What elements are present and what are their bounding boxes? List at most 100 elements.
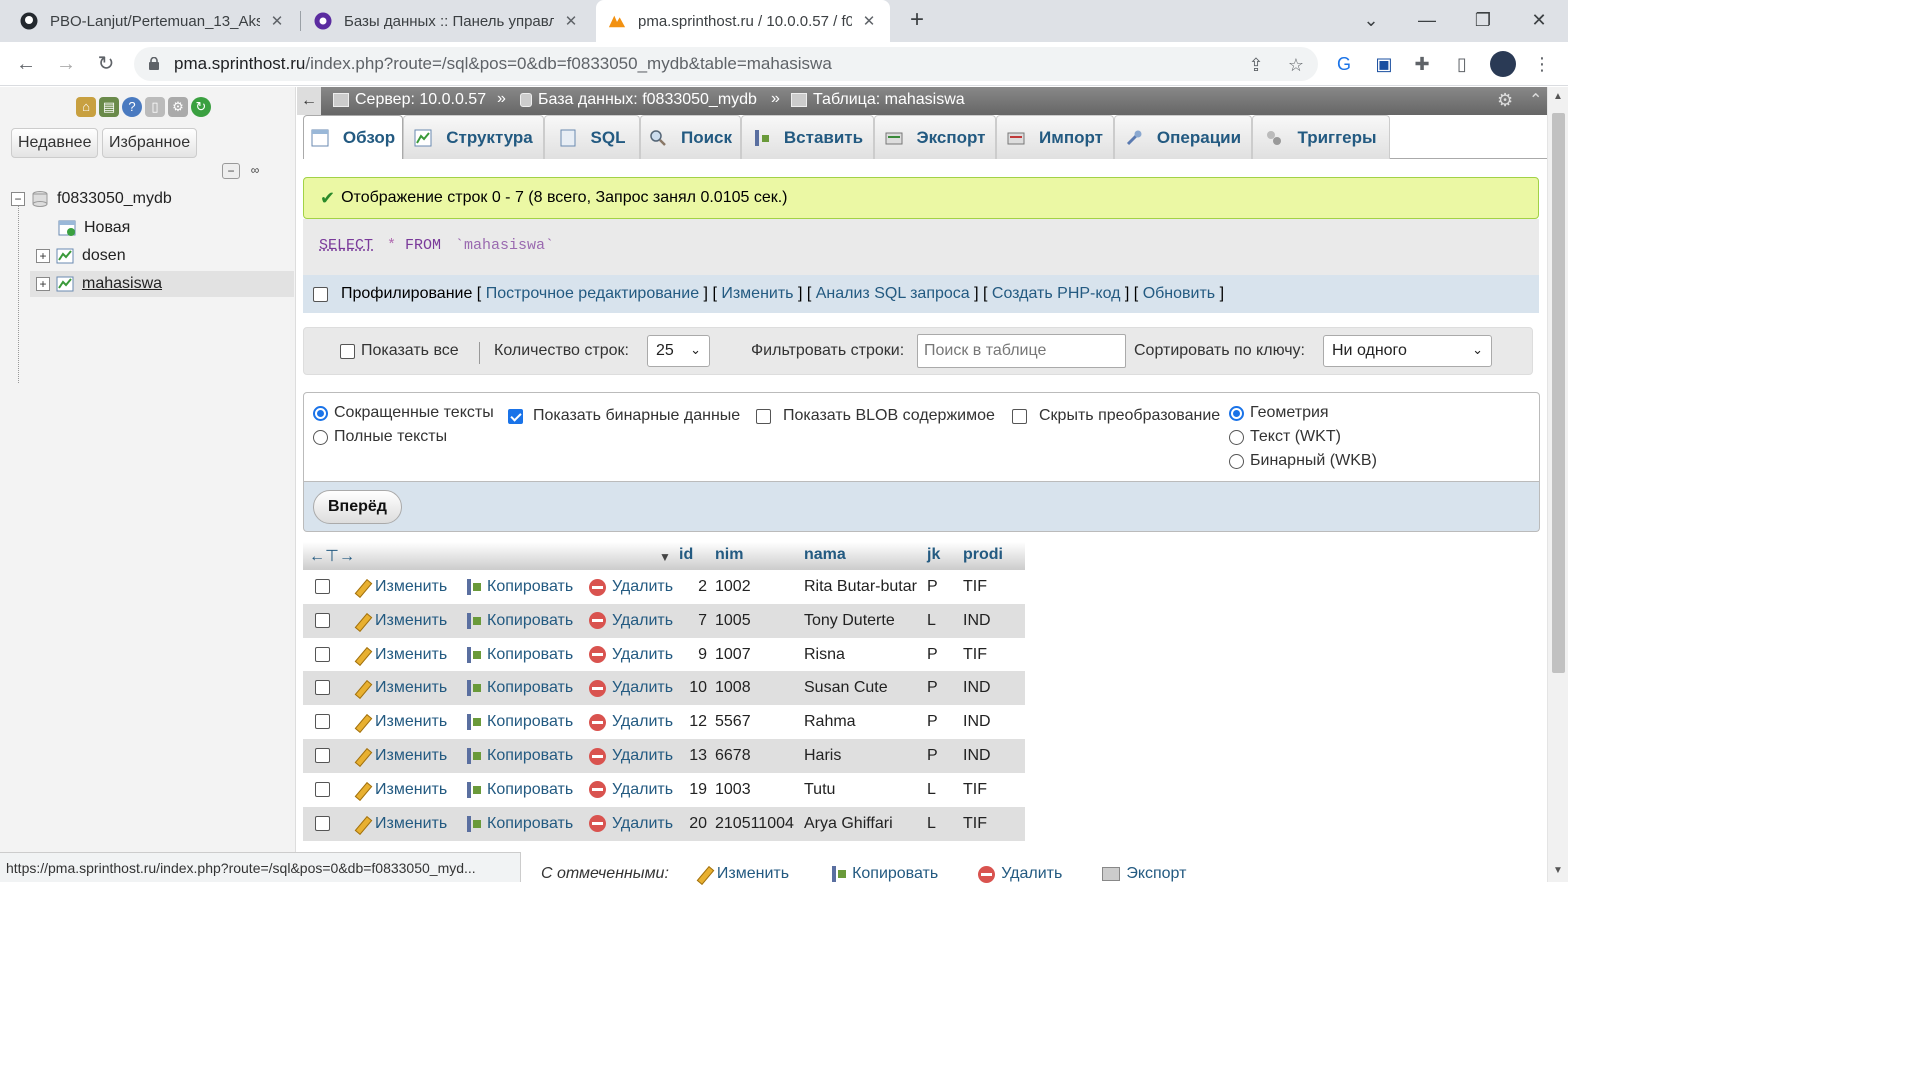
tab-export[interactable]: Экспорт bbox=[874, 115, 996, 159]
row-delete-link[interactable]: Удалить bbox=[589, 646, 673, 664]
share-icon[interactable]: ⇪ bbox=[1246, 55, 1266, 75]
row-copy-link[interactable]: Копировать bbox=[464, 679, 573, 697]
row-checkbox[interactable] bbox=[315, 748, 330, 763]
collapse-icon[interactable]: − bbox=[11, 192, 25, 206]
close-icon[interactable]: ✕ bbox=[268, 12, 286, 30]
browser-menu-icon[interactable]: ⋮ bbox=[1530, 52, 1554, 76]
cell-prodi[interactable]: IND bbox=[963, 713, 991, 731]
row-checkbox[interactable] bbox=[315, 579, 330, 594]
cell-jk[interactable]: P bbox=[927, 646, 938, 664]
inline-edit-link[interactable]: Построчное редактирование bbox=[486, 285, 699, 303]
translate-icon[interactable]: G bbox=[1332, 52, 1356, 76]
show-blob-checkbox[interactable] bbox=[756, 408, 771, 424]
geometry-option[interactable]: Геометрия bbox=[1229, 404, 1329, 422]
cell-prodi[interactable]: IND bbox=[963, 679, 991, 697]
row-edit-link[interactable]: Изменить bbox=[353, 578, 447, 596]
row-edit-link[interactable]: Изменить bbox=[353, 713, 447, 731]
cell-prodi[interactable]: IND bbox=[963, 612, 991, 630]
cell-prodi[interactable]: TIF bbox=[963, 815, 987, 833]
row-checkbox[interactable] bbox=[315, 815, 330, 831]
cell-nim[interactable]: 5567 bbox=[715, 713, 751, 731]
row-edit-link[interactable]: Изменить bbox=[353, 815, 447, 833]
tab-sql[interactable]: SQL bbox=[544, 115, 640, 159]
cell-jk[interactable]: P bbox=[927, 578, 938, 596]
table-search-input[interactable]: Поиск в таблице bbox=[917, 334, 1126, 368]
show-all-checkbox[interactable] bbox=[340, 343, 355, 359]
sort-toggle-icon[interactable]: ▼ bbox=[659, 550, 671, 564]
row-checkbox[interactable] bbox=[315, 714, 330, 730]
cell-nama[interactable]: Susan Cute bbox=[804, 679, 888, 697]
cell-nim[interactable]: 210511004 bbox=[715, 815, 794, 833]
row-edit-link[interactable]: Изменить bbox=[353, 679, 447, 697]
row-checkbox[interactable] bbox=[315, 646, 330, 662]
refresh-link[interactable]: Обновить bbox=[1143, 285, 1215, 303]
column-header-nama[interactable]: nama bbox=[804, 546, 846, 564]
cell-prodi[interactable]: TIF bbox=[963, 646, 987, 664]
tree-database[interactable]: − f0833050_mydb bbox=[11, 186, 172, 212]
column-header-jk[interactable]: jk bbox=[927, 546, 940, 564]
create-php-code-link[interactable]: Создать PHP-код bbox=[992, 285, 1121, 303]
cell-nama[interactable]: Tutu bbox=[804, 781, 835, 799]
row-edit-link[interactable]: Изменить bbox=[353, 781, 447, 799]
hide-transform-option[interactable]: Скрыть преобразование bbox=[1012, 407, 1220, 425]
row-checkbox[interactable] bbox=[315, 612, 330, 628]
expand-icon[interactable]: + bbox=[36, 277, 50, 291]
row-copy-link[interactable]: Копировать bbox=[464, 815, 573, 833]
browser-tab-phpmyadmin[interactable]: pma.sprinthost.ru / 10.0.0.57 / f08 ✕ bbox=[596, 0, 890, 42]
tab-browse[interactable]: Обзор bbox=[303, 115, 403, 159]
show-binary-option[interactable]: Показать бинарные данные bbox=[508, 407, 740, 425]
bulk-edit-button[interactable]: Изменить bbox=[695, 865, 789, 883]
forward-button[interactable]: Вперёд bbox=[313, 490, 402, 524]
extensions-puzzle-icon[interactable]: ✚ bbox=[1410, 52, 1434, 76]
minimize-icon[interactable]: — bbox=[1412, 6, 1442, 34]
sql-keyword[interactable]: SELECT bbox=[319, 237, 373, 254]
browser-tab-github[interactable]: PBO-Lanjut/Pertemuan_13_Aksesl ✕ bbox=[8, 0, 298, 42]
tree-new-table[interactable]: Новая bbox=[58, 215, 130, 241]
row-checkbox[interactable] bbox=[315, 781, 330, 797]
close-icon[interactable]: ✕ bbox=[860, 12, 878, 30]
page-scrollbar[interactable]: ▲ ▼ bbox=[1547, 87, 1568, 882]
logout-icon[interactable]: ▤ bbox=[99, 97, 119, 117]
scrollbar-thumb[interactable] bbox=[1552, 113, 1565, 673]
row-delete-link[interactable]: Удалить bbox=[589, 747, 673, 765]
address-bar[interactable]: pma.sprinthost.ru/index.php?route=/sql&p… bbox=[134, 47, 1318, 81]
row-delete-link[interactable]: Удалить bbox=[589, 815, 673, 833]
column-header-prodi[interactable]: prodi bbox=[963, 546, 1003, 564]
row-delete-link[interactable]: Удалить bbox=[589, 612, 673, 630]
favorites-button[interactable]: Избранное bbox=[102, 128, 198, 158]
row-delete-link[interactable]: Удалить bbox=[589, 781, 673, 799]
settings-gear-icon[interactable]: ⚙ bbox=[1497, 90, 1513, 111]
radio-selected[interactable] bbox=[313, 405, 328, 421]
cell-id[interactable]: 2 bbox=[698, 578, 707, 596]
cell-jk[interactable]: P bbox=[927, 713, 938, 731]
cell-prodi[interactable]: IND bbox=[963, 747, 991, 765]
radio[interactable] bbox=[1229, 453, 1244, 469]
bookmark-star-icon[interactable]: ☆ bbox=[1286, 55, 1306, 75]
cell-nama[interactable]: Risna bbox=[804, 646, 845, 664]
column-header-id[interactable]: id bbox=[679, 546, 693, 564]
row-copy-link[interactable]: Копировать bbox=[464, 747, 573, 765]
row-delete-link[interactable]: Удалить bbox=[589, 578, 673, 596]
reader-extension-icon[interactable]: ▣ bbox=[1372, 52, 1396, 76]
cell-jk[interactable]: P bbox=[927, 747, 938, 765]
scroll-down-icon[interactable]: ▼ bbox=[1553, 865, 1563, 876]
tab-operations[interactable]: Операции bbox=[1114, 115, 1252, 159]
show-binary-checkbox[interactable] bbox=[508, 408, 523, 424]
row-edit-link[interactable]: Изменить bbox=[353, 747, 447, 765]
tab-import[interactable]: Импорт bbox=[996, 115, 1114, 159]
collapse-header-icon[interactable]: ⌃ bbox=[1529, 90, 1542, 110]
cell-nama[interactable]: Arya Ghiffari bbox=[804, 815, 893, 833]
wkb-option[interactable]: Бинарный (WKB) bbox=[1229, 452, 1377, 470]
reload-nav-icon[interactable]: ↻ bbox=[191, 97, 211, 117]
cell-id[interactable]: 20 bbox=[689, 815, 707, 833]
reload-icon[interactable]: ↻ bbox=[92, 50, 120, 78]
hide-transform-checkbox[interactable] bbox=[1012, 408, 1027, 424]
show-all-control[interactable]: Показать все bbox=[340, 342, 459, 360]
new-tab-button[interactable]: + bbox=[904, 8, 930, 34]
radio[interactable] bbox=[1229, 429, 1244, 445]
cell-id[interactable]: 9 bbox=[698, 646, 707, 664]
forward-arrow-icon[interactable]: → bbox=[52, 50, 80, 78]
cell-nama[interactable]: Rahma bbox=[804, 713, 856, 731]
tab-search[interactable]: Поиск bbox=[640, 115, 741, 159]
cell-id[interactable]: 10 bbox=[689, 679, 707, 697]
